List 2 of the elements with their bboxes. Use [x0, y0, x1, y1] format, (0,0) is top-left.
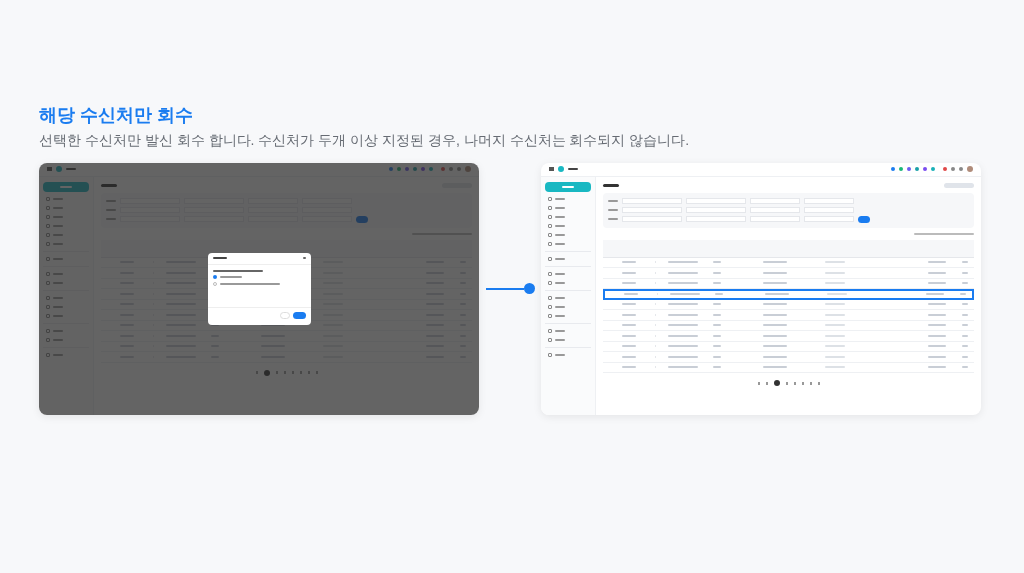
section-description: 선택한 수신처만 발신 회수 합니다. 수신처가 두개 이상 지정된 경우, 나머지 수신처는 회수되지 않습니다. — [39, 130, 691, 150]
section-title: 해당 수신처만 회수 — [39, 104, 194, 127]
